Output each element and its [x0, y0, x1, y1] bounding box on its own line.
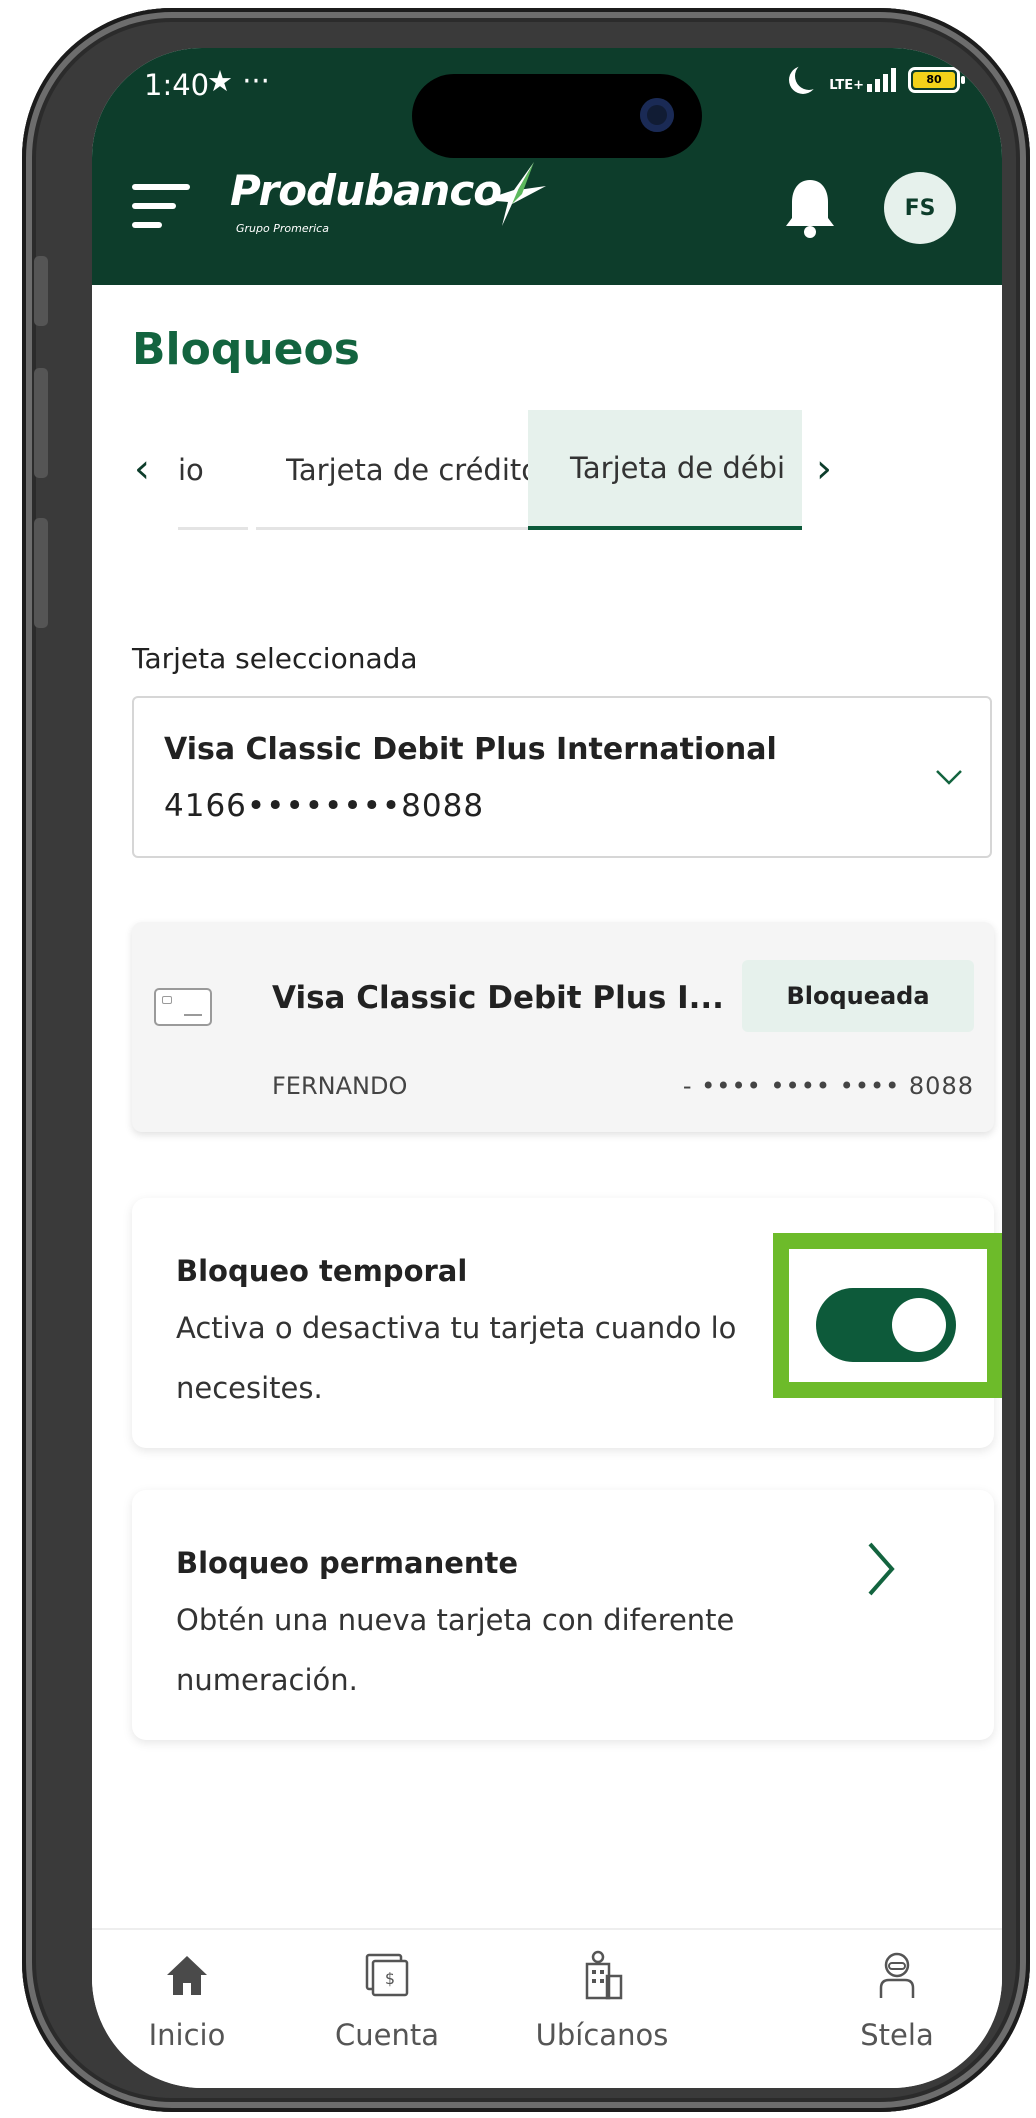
moon-icon	[795, 62, 823, 90]
card-holder-name: FERNANDO	[272, 1072, 408, 1100]
temporary-block-description: Activa o desactiva tu tarjeta cuando lo …	[176, 1311, 737, 1405]
logo-subtitle: Grupo Promerica	[236, 222, 329, 235]
app-header: 1:40 ★ ··· LTE+ 80 Produbanco Grupo Prom…	[92, 48, 1002, 285]
status-time: 1:40	[144, 68, 210, 102]
selected-card-name: Visa Classic Debit Plus International	[164, 732, 777, 767]
battery-level: 80	[913, 72, 955, 88]
camera-icon	[640, 98, 674, 132]
card-summary-name: Visa Classic Debit Plus I...	[272, 980, 724, 1016]
bottom-nav: Inicio $ Cuenta Ubícanos Stela	[92, 1928, 1002, 2088]
tab-divider	[178, 527, 248, 530]
phone-frame: 1:40 ★ ··· LTE+ 80 Produbanco Grupo Prom…	[22, 8, 1030, 2112]
screen: 1:40 ★ ··· LTE+ 80 Produbanco Grupo Prom…	[92, 48, 1002, 2088]
card-summary: Visa Classic Debit Plus I... Bloqueada F…	[132, 922, 994, 1132]
building-icon	[517, 1950, 687, 2000]
nav-item-stela[interactable]: Stela	[812, 1950, 982, 2052]
home-icon	[102, 1950, 272, 2000]
tab-debit-card[interactable]: Tarjeta de débi	[528, 410, 802, 530]
hamburger-menu-icon[interactable]	[132, 180, 192, 232]
block-type-tabs: ‹ io Tarjeta de crédito Tarjeta de débi …	[122, 410, 982, 540]
nav-label: Inicio	[148, 2018, 226, 2052]
dynamic-island	[412, 74, 702, 158]
nav-label: Cuenta	[335, 2018, 439, 2052]
credit-card-icon	[154, 988, 212, 1026]
volume-down-button	[34, 518, 48, 628]
assistant-icon	[812, 1950, 982, 2000]
battery-icon: 80	[908, 67, 965, 93]
nav-item-cuenta[interactable]: $ Cuenta	[302, 1950, 472, 2052]
temporary-block-toggle[interactable]	[816, 1288, 956, 1362]
money-icon: $	[302, 1950, 472, 2000]
logo-star-icon	[484, 162, 546, 226]
bell-icon[interactable]	[782, 176, 838, 240]
temporary-block-title: Bloqueo temporal	[176, 1254, 468, 1288]
produbanco-logo: Produbanco Grupo Promerica	[230, 162, 550, 246]
tabs-prev-icon[interactable]: ‹	[122, 444, 162, 494]
status-badge: Bloqueada	[742, 960, 974, 1032]
chevron-right-icon[interactable]	[864, 1540, 898, 1598]
chevron-down-icon	[936, 770, 962, 785]
svg-text:$: $	[385, 1969, 395, 1988]
status-icons: LTE+ 80	[789, 66, 965, 94]
tab-divider	[256, 527, 528, 530]
nav-label: Stela	[860, 2018, 934, 2052]
nav-item-ubicanos[interactable]: Ubícanos	[517, 1950, 687, 2052]
tab-credit-card[interactable]: Tarjeta de crédito	[286, 410, 556, 530]
logo-text: Produbanco	[230, 166, 502, 215]
tab-inicio[interactable]: io	[178, 410, 248, 530]
nav-item-inicio[interactable]: Inicio	[102, 1950, 272, 2052]
selected-card-number: 4166••••••••8088	[164, 788, 485, 824]
volume-up-button	[34, 368, 48, 478]
avatar[interactable]: FS	[884, 172, 956, 244]
tabs-next-icon[interactable]: ›	[804, 444, 844, 494]
toggle-knob	[892, 1298, 946, 1352]
network-label: LTE+	[829, 78, 864, 93]
signal-icon: LTE+	[829, 68, 896, 92]
nav-label: Ubícanos	[535, 2018, 669, 2052]
card-select-label: Tarjeta seleccionada	[132, 642, 418, 675]
mute-switch	[34, 256, 48, 326]
page-title: Bloqueos	[132, 324, 360, 375]
card-masked-number: - •••• •••• •••• 8088	[682, 1072, 974, 1100]
card-select[interactable]: Visa Classic Debit Plus International 41…	[132, 696, 992, 858]
permanent-block-card[interactable]: Bloqueo permanente Obtén una nueva tarje…	[132, 1490, 994, 1740]
permanent-block-title: Bloqueo permanente	[176, 1546, 519, 1580]
permanent-block-description: Obtén una nueva tarjeta con diferente nu…	[176, 1603, 735, 1697]
status-notifications: ★ ···	[207, 64, 270, 98]
